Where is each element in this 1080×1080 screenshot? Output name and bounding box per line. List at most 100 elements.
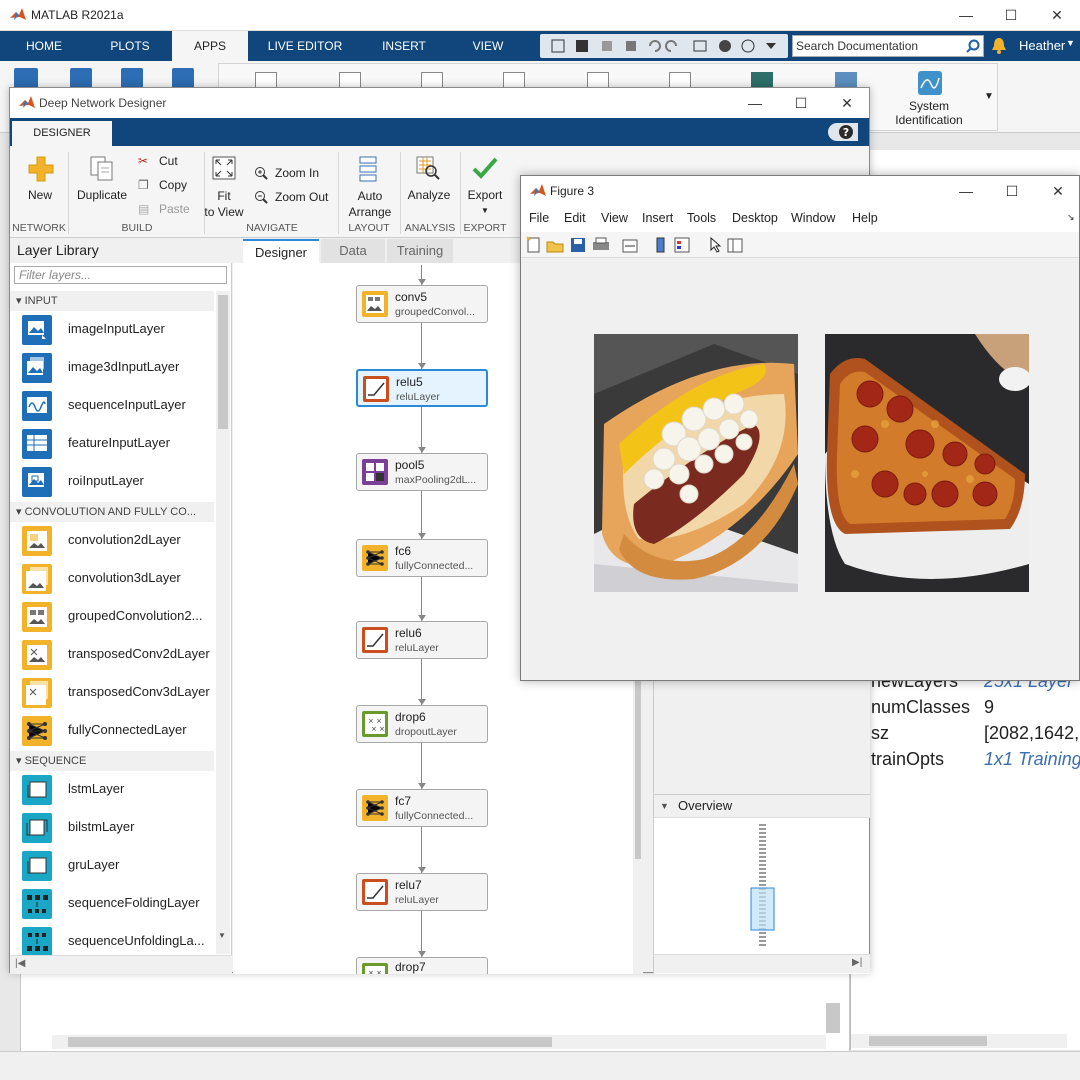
layer-node-relu6[interactable]: relu6 reluLayer <box>356 621 488 659</box>
system-identification-label[interactable]: System Identification <box>891 99 967 127</box>
apps-gallery-expand-icon[interactable]: ▼ <box>984 91 994 102</box>
ws-var-trainopts[interactable]: trainOpts <box>871 746 944 772</box>
menu-tools[interactable]: Tools <box>687 211 716 225</box>
menu-help[interactable]: Help <box>852 211 878 225</box>
tab-live-editor[interactable]: LIVE EDITOR <box>252 31 358 61</box>
designer-close-button[interactable]: ✕ <box>824 88 870 118</box>
auto-arrange-icon[interactable] <box>358 156 378 182</box>
workspace-hscroll-thumb[interactable] <box>869 1036 987 1046</box>
tab-apps[interactable]: APPS <box>172 31 248 61</box>
tab-view[interactable]: VIEW <box>450 31 526 61</box>
copy-icon[interactable]: ❐ <box>138 178 149 192</box>
user-chevron-icon[interactable]: ▼ <box>1066 38 1075 48</box>
library-item[interactable]: featureInputLayer <box>22 427 214 463</box>
library-item[interactable]: convolution3dLayer <box>22 562 214 598</box>
menu-view[interactable]: View <box>601 211 628 225</box>
figure-close-button[interactable]: ✕ <box>1035 176 1080 206</box>
command-window-vscroll-thumb[interactable] <box>826 1003 840 1033</box>
layer-library-vscroll[interactable]: ▼ <box>216 291 230 954</box>
search-documentation-input[interactable]: Search Documentation <box>792 35 984 57</box>
library-item[interactable]: sequenceFoldingLayer <box>22 887 214 923</box>
quick-access-icons[interactable] <box>550 38 780 54</box>
zoom-in-icon[interactable] <box>254 166 268 180</box>
tab-designer[interactable]: DESIGNER <box>12 121 112 146</box>
layer-node-fc6[interactable]: fc6 fullyConnected... <box>356 539 488 577</box>
user-menu[interactable]: Heather <box>1019 38 1065 53</box>
menu-file[interactable]: File <box>529 211 549 225</box>
library-item[interactable]: bilstmLayer <box>22 811 214 847</box>
zoom-in-button[interactable]: Zoom In <box>275 166 319 180</box>
fit-to-view-icon[interactable] <box>212 156 236 180</box>
tab-training[interactable]: Training <box>387 239 453 263</box>
library-item[interactable]: sequenceInputLayer <box>22 389 214 425</box>
category-convolution[interactable]: ▾ CONVOLUTION AND FULLY CO... <box>10 502 214 522</box>
library-item[interactable]: roiInputLayer <box>22 465 214 501</box>
library-item[interactable]: gruLayer <box>22 849 214 885</box>
library-item[interactable]: groupedConvolution2... <box>22 600 214 636</box>
duplicate-button[interactable]: Duplicate <box>72 188 132 202</box>
menu-desktop[interactable]: Desktop <box>732 211 778 225</box>
command-window-hscroll-thumb[interactable] <box>68 1037 552 1047</box>
toolbar-expand-icon[interactable]: ↘ <box>1067 212 1075 223</box>
library-item[interactable]: convolution2dLayer <box>22 524 214 560</box>
library-item[interactable]: transposedConv2dLayer <box>22 638 214 674</box>
scroll-first-icon[interactable]: |◀ <box>15 958 25 969</box>
system-identification-app-icon[interactable] <box>917 70 943 96</box>
layer-node-relu5[interactable]: relu5 reluLayer <box>356 369 488 407</box>
layer-node-fc7[interactable]: fc7 fullyConnected... <box>356 789 488 827</box>
category-input[interactable]: ▾ INPUT <box>10 291 214 311</box>
filter-layers-input[interactable]: Filter layers... <box>14 266 227 284</box>
auto-arrange-button[interactable]: Auto Arrange <box>344 188 396 220</box>
search-icon[interactable] <box>966 39 980 53</box>
new-button[interactable]: New <box>18 188 62 202</box>
library-item[interactable]: imageInputLayer <box>22 313 214 349</box>
figure-minimize-button[interactable]: — <box>943 176 989 206</box>
analyze-icon[interactable] <box>416 156 440 180</box>
help-icon[interactable]: ? <box>838 124 854 140</box>
layer-node-drop7[interactable]: × × drop7 <box>356 957 488 974</box>
cut-button[interactable]: Cut <box>159 154 178 168</box>
layer-node-relu7[interactable]: relu7 reluLayer <box>356 873 488 911</box>
tab-insert[interactable]: INSERT <box>358 31 450 61</box>
tab-home[interactable]: HOME <box>0 31 88 61</box>
tab-data[interactable]: Data <box>321 239 385 263</box>
close-button[interactable]: ✕ <box>1034 0 1080 30</box>
layer-node-conv5[interactable]: conv5 groupedConvol... <box>356 285 488 323</box>
library-item[interactable]: image3dInputLayer <box>22 351 214 387</box>
menu-window[interactable]: Window <box>791 211 835 225</box>
tab-designer-canvas[interactable]: Designer <box>243 239 319 263</box>
workspace-hscroll[interactable] <box>851 1034 1067 1048</box>
tab-plots[interactable]: PLOTS <box>88 31 172 61</box>
export-button[interactable]: Export <box>460 188 510 202</box>
duplicate-icon[interactable] <box>90 156 114 182</box>
library-item[interactable]: fullyConnectedLayer <box>22 714 214 750</box>
layer-node-pool5[interactable]: pool5 maxPooling2dL... <box>356 453 488 491</box>
export-check-icon[interactable] <box>472 156 498 180</box>
fit-to-view-button[interactable]: Fit to View <box>198 188 250 220</box>
analyze-button[interactable]: Analyze <box>402 188 456 202</box>
copy-button[interactable]: Copy <box>159 178 187 192</box>
scroll-down-icon[interactable]: ▼ <box>218 931 226 940</box>
canvas-vscroll[interactable] <box>633 679 643 974</box>
category-sequence[interactable]: ▾ SEQUENCE <box>10 751 214 771</box>
overview-minimap[interactable] <box>750 824 778 964</box>
zoom-out-icon[interactable] <box>254 190 268 204</box>
library-item[interactable]: transposedConv3dLayer <box>22 676 214 712</box>
scroll-last-icon[interactable]: ▶| <box>852 957 862 968</box>
designer-minimize-button[interactable]: — <box>732 88 778 118</box>
maximize-button[interactable]: ☐ <box>988 0 1034 30</box>
figure-toolbar-icons[interactable] <box>525 236 755 254</box>
cut-icon[interactable]: ✂ <box>138 154 148 168</box>
library-item[interactable]: lstmLayer <box>22 773 214 809</box>
minimize-button[interactable]: — <box>943 0 989 30</box>
overview-header[interactable]: ▼ Overview <box>654 794 870 818</box>
canvas-vscroll-thumb[interactable] <box>635 679 641 859</box>
menu-edit[interactable]: Edit <box>564 211 586 225</box>
menu-insert[interactable]: Insert <box>642 211 673 225</box>
notification-bell-icon[interactable] <box>991 37 1007 55</box>
new-plus-icon[interactable] <box>28 156 54 182</box>
export-chevron-icon[interactable]: ▼ <box>481 206 489 215</box>
figure-maximize-button[interactable]: ☐ <box>989 176 1035 206</box>
layer-node-drop6[interactable]: × × × × drop6 dropoutLayer <box>356 705 488 743</box>
ws-var-numclasses[interactable]: numClasses <box>871 694 970 720</box>
